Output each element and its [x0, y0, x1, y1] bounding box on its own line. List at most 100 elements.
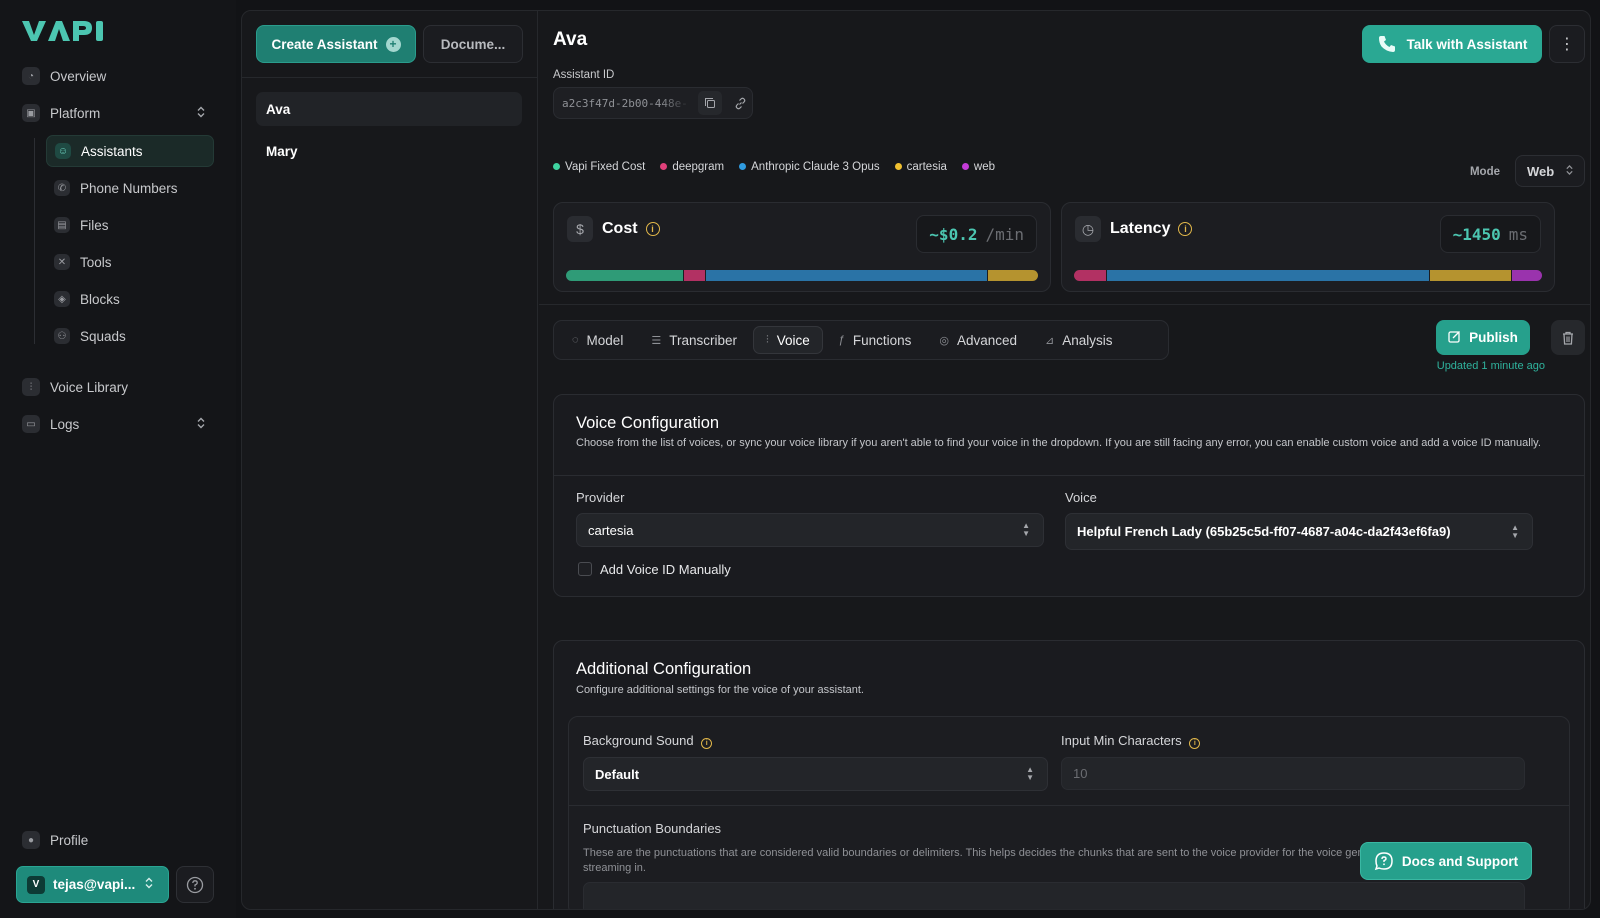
assistant-id-label: Assistant ID	[553, 69, 615, 81]
mode-value: Web	[1527, 163, 1555, 179]
assistant-list-column: Create Assistant + Docume... Ava Mary	[242, 11, 538, 909]
nav-overview[interactable]: ◔ Overview	[22, 63, 106, 89]
create-assistant-button[interactable]: Create Assistant +	[256, 25, 416, 63]
assistant-id-field: a2c3f47d-2b00-448e-	[553, 87, 753, 119]
provider-value: cartesia	[588, 522, 634, 538]
nav-logs[interactable]: ▭ Logs	[22, 411, 206, 437]
provider-label: Provider	[576, 490, 625, 505]
nav-voice-library-label: Voice Library	[50, 379, 129, 395]
sidebar-item-label: Tools	[80, 254, 112, 270]
function-icon: ƒ	[838, 334, 845, 346]
docs-and-support-label: Docs and Support	[1401, 853, 1519, 869]
additional-config-desc: Configure additional settings for the vo…	[576, 684, 864, 696]
nav-voice-library[interactable]: ⫶ Voice Library	[22, 374, 128, 400]
voice-select[interactable]: Helpful French Lady (65b25c5d-ff07-4687-…	[1065, 513, 1533, 550]
more-options-button[interactable]: ⋮	[1549, 25, 1585, 63]
delete-button[interactable]	[1551, 320, 1585, 355]
docs-and-support-button[interactable]: Docs and Support	[1360, 842, 1532, 880]
sidebar-item-squads[interactable]: ⚇ Squads	[46, 320, 214, 352]
sidebar-item-label: Blocks	[80, 291, 120, 307]
info-icon[interactable]: i	[1189, 738, 1201, 749]
overview-icon: ◔	[22, 67, 40, 85]
platform-icon: ▣	[22, 104, 40, 122]
plus-icon: +	[385, 36, 401, 52]
nav-platform[interactable]: ▣ Platform	[22, 100, 206, 126]
voice-config-title: Voice Configuration	[576, 414, 720, 432]
mode-select[interactable]: Web	[1515, 155, 1585, 187]
input-min-characters-field[interactable]: 10	[1061, 757, 1525, 790]
voice-value: Helpful French Lady (65b25c5d-ff07-4687-…	[1077, 524, 1451, 539]
chevron-updown-icon: ▲ ▼	[1026, 765, 1034, 782]
documentation-button[interactable]: Docume...	[423, 25, 523, 63]
latency-title: Latency i	[1110, 220, 1193, 238]
nav-overview-label: Overview	[50, 68, 107, 84]
sidebar-item-label: Assistants	[81, 143, 143, 159]
tab-advanced[interactable]: ◎ Advanced	[927, 326, 1029, 354]
waveform-icon: ⫶	[22, 378, 40, 396]
punctuation-boundaries-field[interactable]	[583, 882, 1525, 909]
create-assistant-label: Create Assistant	[271, 36, 378, 52]
file-icon: ▤	[54, 217, 70, 233]
add-voice-id-checkbox[interactable]	[578, 562, 592, 576]
bar-segment	[1428, 270, 1511, 281]
additional-config-title: Additional Configuration	[576, 660, 752, 678]
tab-voice[interactable]: ⫶ Voice	[752, 326, 823, 354]
trash-icon	[1563, 331, 1573, 345]
link-icon[interactable]	[728, 91, 752, 115]
input-min-characters-label: Input Min Characters i	[1061, 733, 1201, 749]
sidebar-item-blocks[interactable]: ◈ Blocks	[46, 283, 214, 315]
sidebar-item-phone-numbers[interactable]: ✆ Phone Numbers	[46, 172, 214, 204]
info-icon[interactable]: i	[701, 738, 713, 749]
legend-item-anthropic: Anthropic Claude 3 Opus	[739, 161, 880, 173]
legend-item-vapi: Vapi Fixed Cost	[553, 161, 645, 173]
chevron-updown-icon: ▲ ▼	[1511, 522, 1519, 540]
add-voice-id-label[interactable]: Add Voice ID Manually	[600, 562, 731, 577]
info-icon[interactable]: i	[645, 222, 660, 236]
bar-segment	[1105, 270, 1429, 281]
voice-config-desc: Choose from the list of voices, or sync …	[576, 437, 1541, 449]
assistant-list-item-mary[interactable]: Mary	[256, 134, 522, 168]
sidebar-item-tools[interactable]: ✕ Tools	[46, 246, 214, 278]
phone-icon	[1378, 36, 1395, 52]
info-icon[interactable]: i	[1178, 222, 1193, 236]
publish-label: Publish	[1469, 330, 1518, 345]
provider-select[interactable]: cartesia ▲ ▼	[576, 513, 1044, 547]
publish-button[interactable]: Publish	[1436, 320, 1530, 355]
waveform-icon: ⫶	[765, 333, 769, 346]
assistant-id-value: a2c3f47d-2b00-448e-	[562, 96, 688, 110]
tab-model[interactable]: ◌ Model	[560, 326, 635, 354]
bar-segment	[682, 270, 706, 281]
sidebar-item-label: Phone Numbers	[80, 180, 178, 196]
bar-segment	[1510, 270, 1542, 281]
tab-transcriber[interactable]: ☰ Transcriber	[639, 326, 749, 354]
legend-item-cartesia: cartesia	[894, 161, 947, 173]
cost-card: $ Cost i ~$0.2/min	[553, 202, 1051, 292]
cost-value: ~$0.2/min	[916, 215, 1037, 253]
brain-icon: ◌	[572, 334, 579, 346]
cost-legend: Vapi Fixed Cost deepgram Anthropic Claud…	[553, 161, 995, 173]
settings-icon: ◎	[939, 334, 950, 347]
divider	[554, 475, 1584, 476]
phone-icon: ✆	[54, 180, 70, 196]
sidebar-item-assistants[interactable]: ☺ Assistants	[46, 135, 214, 167]
legend-item-deepgram: deepgram	[660, 161, 724, 173]
bar-segment	[566, 270, 683, 281]
tab-functions[interactable]: ƒ Functions	[827, 326, 924, 354]
tab-analysis[interactable]: ⊿ Analysis	[1033, 326, 1125, 354]
cube-icon: ◈	[54, 291, 70, 307]
talk-with-assistant-button[interactable]: Talk with Assistant	[1362, 25, 1542, 63]
cost-title: Cost i	[602, 220, 660, 238]
nav-profile[interactable]: ● Profile	[22, 827, 88, 853]
org-switcher-button[interactable]: V tejas@vapi...	[16, 866, 169, 903]
edit-icon	[1448, 330, 1461, 346]
nav-platform-label: Platform	[50, 105, 101, 121]
divider	[242, 77, 538, 78]
background-sound-select[interactable]: Default ▲ ▼	[583, 757, 1048, 791]
vapi-logo[interactable]	[22, 18, 104, 44]
nav-logs-label: Logs	[50, 416, 80, 432]
copy-icon[interactable]	[698, 91, 722, 115]
assistant-list-item-ava[interactable]: Ava	[256, 92, 522, 126]
sidebar-item-files[interactable]: ▤ Files	[46, 209, 214, 241]
help-button[interactable]	[176, 866, 214, 903]
text-lines-icon: ☰	[651, 334, 662, 347]
